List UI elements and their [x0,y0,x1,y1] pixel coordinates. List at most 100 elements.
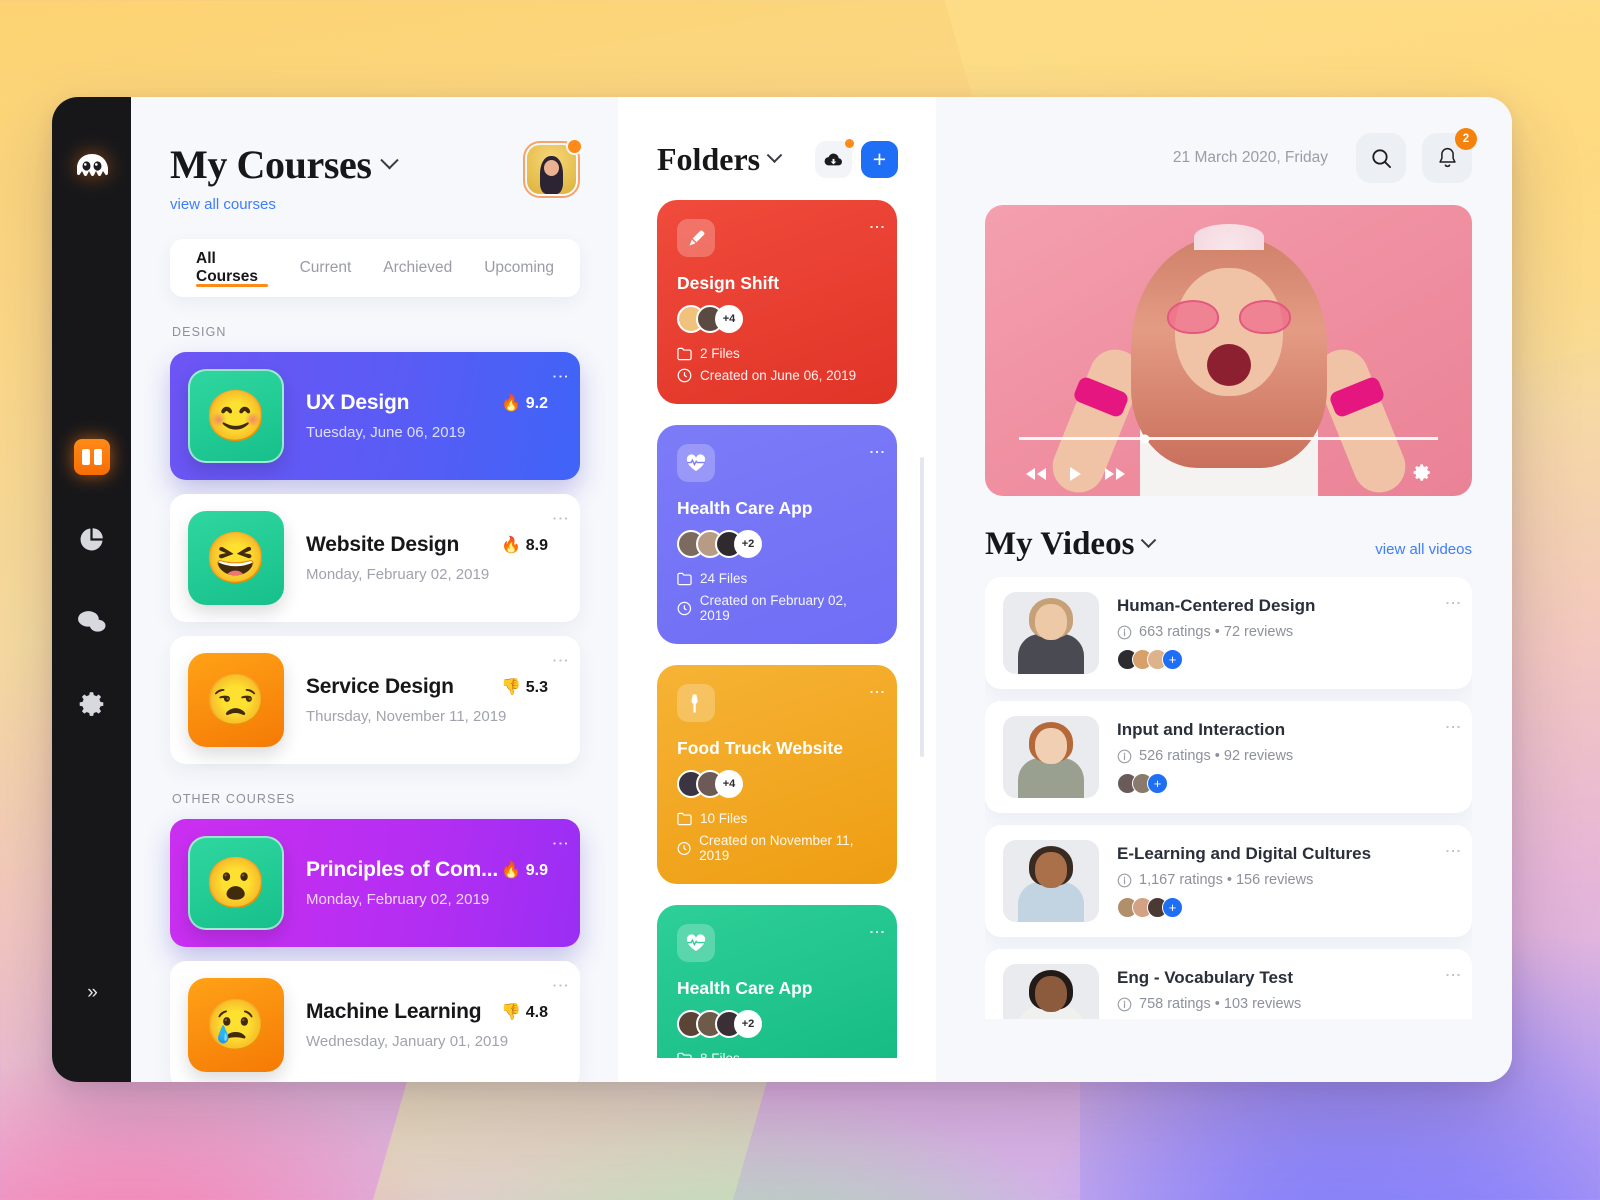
add-folder-button[interactable]: + [861,141,898,178]
player-settings-icon[interactable] [1413,463,1432,482]
course-row[interactable]: 😒 Service Design 👎 5.3 Thursday, Novembe… [170,636,580,764]
tab-current[interactable]: Current [300,239,352,297]
course-row[interactable]: 😆 Website Design 🔥 8.9 Monday, February … [170,494,580,622]
notification-count-badge: 2 [1455,128,1477,150]
cloud-upload-button[interactable] [815,139,854,178]
video-row[interactable]: Input and Interaction 526 ratings • 92 r… [985,701,1472,813]
info-icon [1117,749,1132,763]
folders-actions: + [815,139,898,178]
user-avatar[interactable] [523,138,583,198]
add-member-button[interactable]: + [1162,897,1183,918]
course-row[interactable]: 😮 Principles of Com... 🔥 9.9 Monday, Feb… [170,819,580,947]
video-menu-icon[interactable]: ⋮ [1444,843,1461,859]
folder-menu-icon[interactable]: ⋮ [868,444,885,460]
course-menu-icon[interactable]: ⋮ [551,368,570,385]
page-title-text: My Courses [170,142,372,187]
tab-archieved[interactable]: Archieved [383,239,452,297]
notifications-button[interactable]: 2 [1422,128,1477,183]
member-overflow-count: +2 [734,530,762,558]
rating-icon: 🔥 [501,862,522,879]
mouth [1206,344,1251,386]
player-controls [1025,466,1126,482]
video-members: + [1117,649,1454,670]
tab-upcoming[interactable]: Upcoming [484,239,554,297]
course-body: Machine Learning 👎 4.8 Wednesday, Januar… [284,1000,562,1050]
folder-files: 2 Files [677,346,877,361]
folder-menu-icon[interactable]: ⋮ [868,684,885,700]
video-row[interactable]: Human-Centered Design 663 ratings • 72 r… [985,577,1472,689]
video-row[interactable]: E-Learning and Digital Cultures 1,167 ra… [985,825,1472,937]
search-icon [1371,148,1391,168]
octopus-logo[interactable] [71,147,113,189]
fast-forward-icon[interactable] [1104,467,1126,481]
progress-bar[interactable] [1019,434,1438,443]
sidebar-item-settings[interactable] [74,685,110,721]
folder-card[interactable]: Health Care App +2 8 Files Created on Ju… [657,905,897,1058]
course-body: UX Design 🔥 9.2 Tuesday, June 06, 2019 [284,391,562,441]
course-menu-icon[interactable]: ⋮ [551,510,570,527]
sidebar-item-messages[interactable] [74,603,110,639]
pie-chart-icon [80,527,103,550]
view-all-videos-link[interactable]: view all videos [1375,541,1472,558]
folder-members: +2 [677,1010,877,1038]
page-title[interactable]: My Courses [170,141,399,188]
view-all-courses-link[interactable]: view all courses [170,196,396,213]
folders-scrollbar[interactable] [920,457,924,757]
video-body: Human-Centered Design 663 ratings • 72 r… [1099,596,1454,670]
video-meta: 526 ratings • 92 reviews [1117,748,1454,764]
video-meta-text: 1,167 ratings • 156 reviews [1139,872,1314,888]
sidebar-item-dashboard[interactable] [73,439,110,475]
course-row[interactable]: 😊 UX Design 🔥 9.2 Tuesday, June 06, 2019… [170,352,580,480]
search-button[interactable] [1356,133,1406,183]
folder-created: Created on June 06, 2019 [677,368,877,383]
video-thumbnail [1003,840,1099,922]
video-player[interactable] [985,205,1472,496]
course-row[interactable]: 😢 Machine Learning 👎 4.8 Wednesday, Janu… [170,961,580,1082]
video-meta: 758 ratings • 103 reviews [1117,996,1454,1012]
upload-notification-dot [845,139,854,148]
courses-panel: My Courses view all courses All Courses … [131,97,618,1082]
rewind-icon[interactable] [1025,467,1047,481]
videos-title[interactable]: My Videos [985,526,1157,563]
course-tabs: All Courses Current Archieved Upcoming [170,239,580,297]
play-icon[interactable] [1069,466,1082,482]
folder-menu-icon[interactable]: ⋮ [868,219,885,235]
course-menu-icon[interactable]: ⋮ [551,652,570,669]
section-label-other: OTHER COURSES [172,792,296,806]
course-date: Thursday, November 11, 2019 [306,708,507,725]
course-date: Tuesday, June 06, 2019 [306,424,466,441]
course-title: UX Design [306,391,410,414]
folders-title[interactable]: Folders [657,141,783,178]
video-menu-icon[interactable]: ⋮ [1444,967,1461,983]
rating-icon: 👎 [501,1004,522,1021]
chat-bubbles-icon [78,610,106,632]
video-row[interactable]: Eng - Vocabulary Test 758 ratings • 103 … [985,949,1472,1019]
sidebar-item-analytics[interactable] [74,521,110,557]
current-date: 21 March 2020, Friday [1172,149,1328,166]
folder-card[interactable]: Design Shift +4 2 Files Created on June … [657,200,897,404]
add-member-button[interactable]: + [1147,773,1168,794]
video-title: Eng - Vocabulary Test [1117,968,1294,987]
progress-knob[interactable] [1140,434,1150,443]
cloud-upload-icon [824,153,843,165]
course-menu-icon[interactable]: ⋮ [551,977,570,994]
video-menu-icon[interactable]: ⋮ [1444,595,1461,611]
course-title: Principles of Com... [306,858,499,881]
tab-all-courses[interactable]: All Courses [196,239,268,297]
folder-files-text: 24 Files [700,571,748,586]
folder-menu-icon[interactable]: ⋮ [868,924,885,940]
folder-created: Created on November 11, 2019 [677,833,877,863]
sidebar-collapse-button[interactable]: » [87,982,97,1004]
sunglasses-icon [1166,300,1291,334]
video-members: + [1117,773,1454,794]
folder-card[interactable]: Food Truck Website +4 10 Files Created o… [657,665,897,884]
status-badge [566,138,583,155]
folder-card[interactable]: Health Care App +2 24 Files Created on F… [657,425,897,644]
course-menu-icon[interactable]: ⋮ [551,835,570,852]
add-member-button[interactable]: + [1162,649,1183,670]
folder-files: 8 Files [677,1051,877,1058]
hair-accessory [1193,224,1264,250]
video-menu-icon[interactable]: ⋮ [1444,719,1461,735]
rating-value: 4.8 [525,1004,548,1021]
folder-members: +4 [677,770,877,798]
